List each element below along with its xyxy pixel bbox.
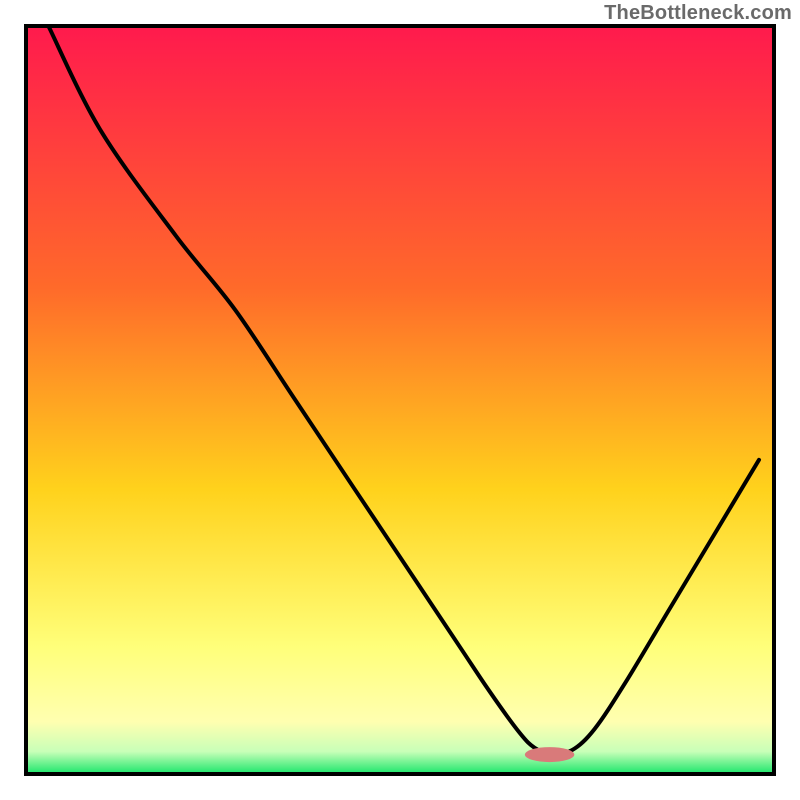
plot-background xyxy=(26,26,774,774)
optimal-marker xyxy=(525,747,574,762)
attribution-label: TheBottleneck.com xyxy=(604,2,792,25)
bottleneck-chart xyxy=(0,0,800,800)
